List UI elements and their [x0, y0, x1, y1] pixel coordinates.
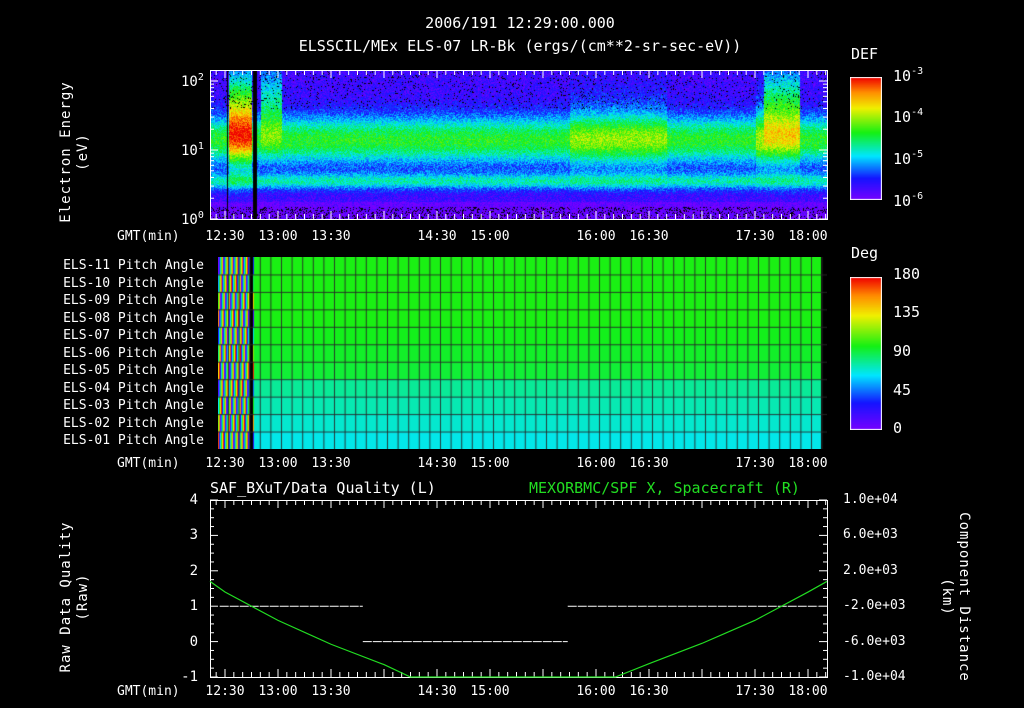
right-ytick-label: -2.0e+03 — [843, 598, 906, 614]
time-tick-label: 13:00 — [258, 684, 298, 699]
right-ytick-label: 2.0e+03 — [843, 562, 898, 578]
time-tick-label: 15:00 — [470, 684, 510, 699]
left-ytick-label: 2 — [189, 562, 198, 579]
left-ytick-label: 0 — [189, 633, 198, 650]
time-tick-label: 16:30 — [629, 684, 669, 699]
left-ytick-label: 4 — [189, 492, 198, 508]
right-ytick-label: 1.0e+04 — [843, 492, 898, 507]
time-axis-label: GMT(min) — [117, 684, 180, 699]
right-ytick-label: -6.0e+03 — [843, 633, 906, 649]
time-tick-label: 14:30 — [417, 684, 457, 699]
right-ytick-label: 6.0e+03 — [843, 527, 898, 543]
time-tick-label: 17:30 — [735, 684, 775, 699]
time-tick-label: 16:00 — [576, 684, 616, 699]
left-ytick-label: 3 — [189, 527, 198, 544]
time-tick-label: 18:00 — [788, 684, 828, 699]
right-ytick-label: -1.0e+04 — [843, 669, 906, 684]
time-tick-label: 12:30 — [205, 684, 245, 699]
time-tick-label: 13:30 — [311, 684, 351, 699]
spf-x-line — [209, 580, 828, 678]
plot-frame — [210, 500, 828, 678]
left-ytick-label: -1 — [181, 669, 198, 685]
left-ytick-label: 1 — [189, 598, 198, 615]
